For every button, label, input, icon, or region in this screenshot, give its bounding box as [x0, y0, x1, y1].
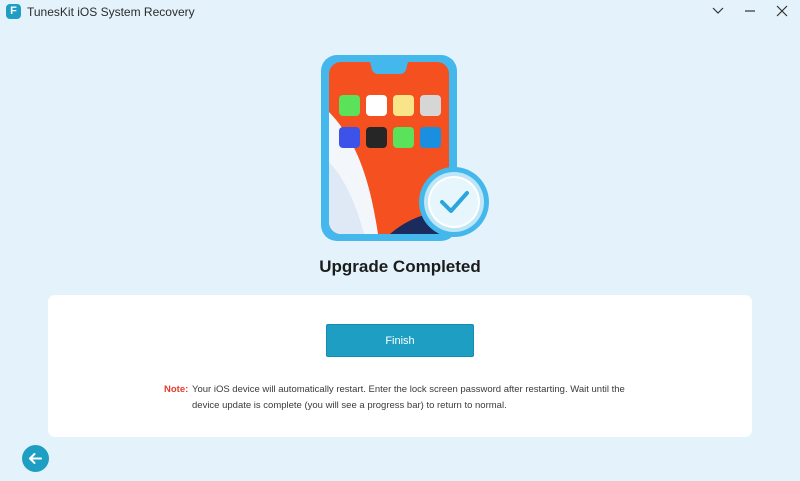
close-button[interactable] — [768, 0, 796, 22]
upgrade-success-illustration — [318, 52, 498, 242]
chevron-down-icon — [712, 7, 724, 14]
minimize-button[interactable] — [736, 0, 764, 22]
note-text: Your iOS device will automatically resta… — [192, 384, 625, 411]
title-bar: F TunesKit iOS System Recovery — [0, 0, 800, 24]
note: Note: Your iOS device will automatically… — [164, 382, 644, 414]
check-circle-icon — [419, 167, 489, 237]
logo-glyph: F — [10, 5, 17, 17]
iphone-icon — [321, 55, 489, 241]
page-title: Upgrade Completed — [319, 257, 481, 276]
minimize-icon — [745, 10, 755, 12]
arrow-left-icon — [29, 453, 42, 464]
result-card: Finish Note: Your iOS device will automa… — [48, 295, 752, 437]
window-title: TunesKit iOS System Recovery — [27, 5, 195, 19]
collapse-button[interactable] — [704, 0, 732, 22]
back-button[interactable] — [22, 445, 49, 472]
tuneskit-logo-icon: F — [6, 4, 21, 19]
close-icon — [776, 5, 788, 17]
note-label: Note: — [164, 384, 189, 395]
finish-button[interactable]: Finish — [326, 324, 474, 357]
